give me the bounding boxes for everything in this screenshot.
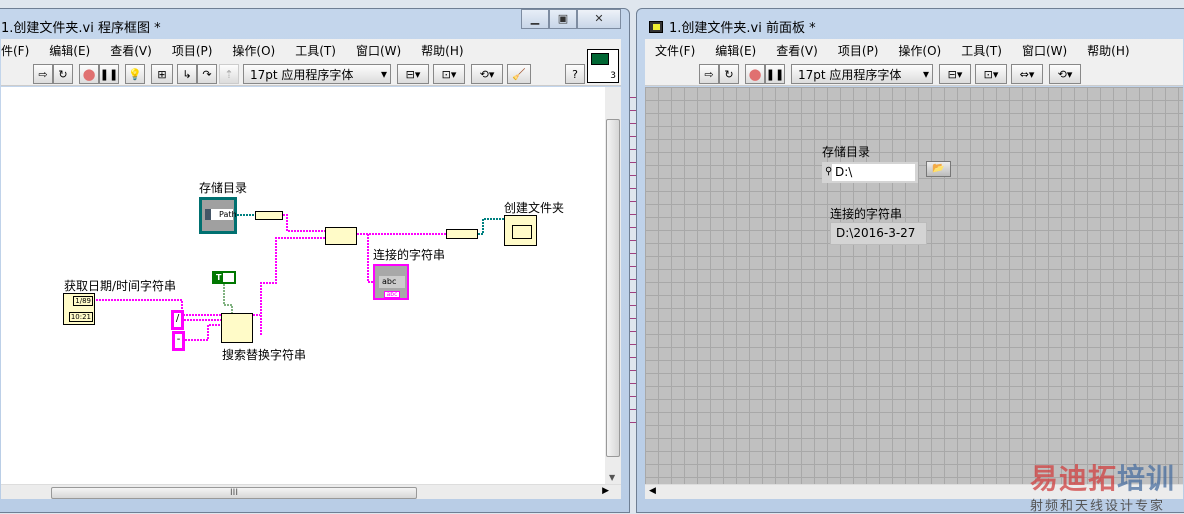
reorder-icon[interactable]: ⟲▾ bbox=[1049, 64, 1081, 84]
indicator-text: abc bbox=[379, 276, 405, 288]
run-arrow-icon bbox=[653, 23, 660, 30]
path-input[interactable]: D:\ bbox=[832, 164, 915, 181]
abort-icon[interactable]: ● bbox=[745, 64, 765, 84]
search-replace-string-node[interactable] bbox=[221, 313, 253, 343]
datetime-label: 获取日期/时间字符串 bbox=[64, 279, 177, 293]
menu-tools[interactable]: 工具(T) bbox=[951, 42, 1012, 59]
font-select-value: 17pt 应用程序字体 bbox=[798, 67, 902, 82]
wires bbox=[96, 214, 504, 341]
time-text: 10:21 bbox=[68, 312, 93, 322]
dash-string-constant[interactable]: - bbox=[172, 331, 185, 351]
window-title-container: 1.创建文件夹.vi 前面板 * bbox=[649, 17, 816, 36]
concat-string-indicator: D:\2016-3-27 bbox=[830, 222, 927, 245]
toolbar: ⇨ ↻ ● ❚❚ 17pt 应用程序字体 ▾ ⊟▾ ⊡▾ ⇔▾ ⟲▾ bbox=[645, 61, 1183, 86]
create-folder-label: 创建文件夹 bbox=[504, 201, 565, 215]
watermark-logo: 易迪拓培训 bbox=[1030, 462, 1176, 495]
path-control-terminal[interactable]: Path bbox=[199, 197, 237, 234]
get-datetime-string-node[interactable]: 1/89 10:21 bbox=[63, 293, 95, 325]
window-title: 1.创建文件夹.vi 前面板 * bbox=[669, 21, 816, 36]
chevron-down-icon: ▾ bbox=[922, 67, 929, 81]
bool-wire[interactable] bbox=[223, 284, 233, 313]
boolean-constant-value: T bbox=[214, 273, 224, 282]
menu-view[interactable]: 查看(V) bbox=[766, 42, 828, 59]
front-panel-window: 1.创建文件夹.vi 前面板 * 文件(F) 编辑(E) 查看(V) 项目(P)… bbox=[636, 8, 1184, 513]
indicator-type: abc bbox=[384, 291, 400, 298]
font-select[interactable]: 17pt 应用程序字体 ▾ bbox=[791, 64, 933, 84]
path-control-label: 存储目录 bbox=[822, 145, 871, 159]
folder-icon bbox=[512, 225, 532, 239]
align-objects-icon[interactable]: ⊟▾ bbox=[939, 64, 971, 84]
menu-operate[interactable]: 操作(O) bbox=[888, 42, 951, 59]
string-wire[interactable] bbox=[185, 324, 221, 341]
path-wire[interactable] bbox=[478, 218, 504, 235]
distribute-objects-icon[interactable]: ⊡▾ bbox=[975, 64, 1007, 84]
scroll-left-arrow-icon[interactable]: ◀ bbox=[649, 486, 656, 496]
browse-folder-button[interactable]: 📂 bbox=[926, 161, 951, 177]
concat-indicator-label: 连接的字符串 bbox=[830, 207, 903, 221]
slash-string-constant[interactable]: / bbox=[171, 310, 184, 330]
path-control-label: 存储目录 bbox=[199, 181, 248, 195]
string-wire[interactable] bbox=[260, 237, 325, 335]
create-folder-node[interactable] bbox=[504, 215, 537, 246]
run-icon[interactable]: ⇨ bbox=[699, 64, 719, 84]
string-wire[interactable] bbox=[283, 214, 325, 232]
string-to-path-node[interactable] bbox=[446, 229, 478, 239]
menu-file[interactable]: 文件(F) bbox=[645, 42, 705, 59]
watermark-slogan: 射频和天线设计专家 bbox=[1030, 499, 1166, 514]
resize-objects-icon[interactable]: ⇔▾ bbox=[1011, 64, 1043, 84]
vi-icon bbox=[649, 20, 663, 33]
front-panel-canvas[interactable]: 存储目录 ⚲ D:\ 📂 连接的字符串 D:\2016-3-27 bbox=[645, 87, 1183, 484]
menu-help[interactable]: 帮助(H) bbox=[1077, 42, 1139, 59]
menu-project[interactable]: 项目(P) bbox=[828, 42, 889, 59]
concat-string-indicator-terminal[interactable]: abc abc bbox=[373, 264, 409, 300]
run-continuously-icon[interactable]: ↻ bbox=[719, 64, 739, 84]
search-replace-label: 搜索替换字符串 bbox=[222, 348, 307, 362]
concatenate-strings-node[interactable] bbox=[325, 227, 357, 245]
menu-window[interactable]: 窗口(W) bbox=[1012, 42, 1077, 59]
string-wire[interactable] bbox=[96, 299, 221, 316]
path-control[interactable]: ⚲ D:\ bbox=[822, 162, 918, 183]
path-to-string-node[interactable] bbox=[255, 211, 283, 220]
menu-edit[interactable]: 编辑(E) bbox=[705, 42, 766, 59]
pause-icon[interactable]: ❚❚ bbox=[765, 64, 785, 84]
boolean-constant[interactable]: T bbox=[212, 271, 236, 284]
path-terminal-text: Path bbox=[205, 209, 237, 220]
concat-indicator-label: 连接的字符串 bbox=[373, 248, 446, 262]
date-text: 1/89 bbox=[73, 296, 93, 306]
menu-bar: 文件(F) 编辑(E) 查看(V) 项目(P) 操作(O) 工具(T) 窗口(W… bbox=[645, 39, 1183, 61]
